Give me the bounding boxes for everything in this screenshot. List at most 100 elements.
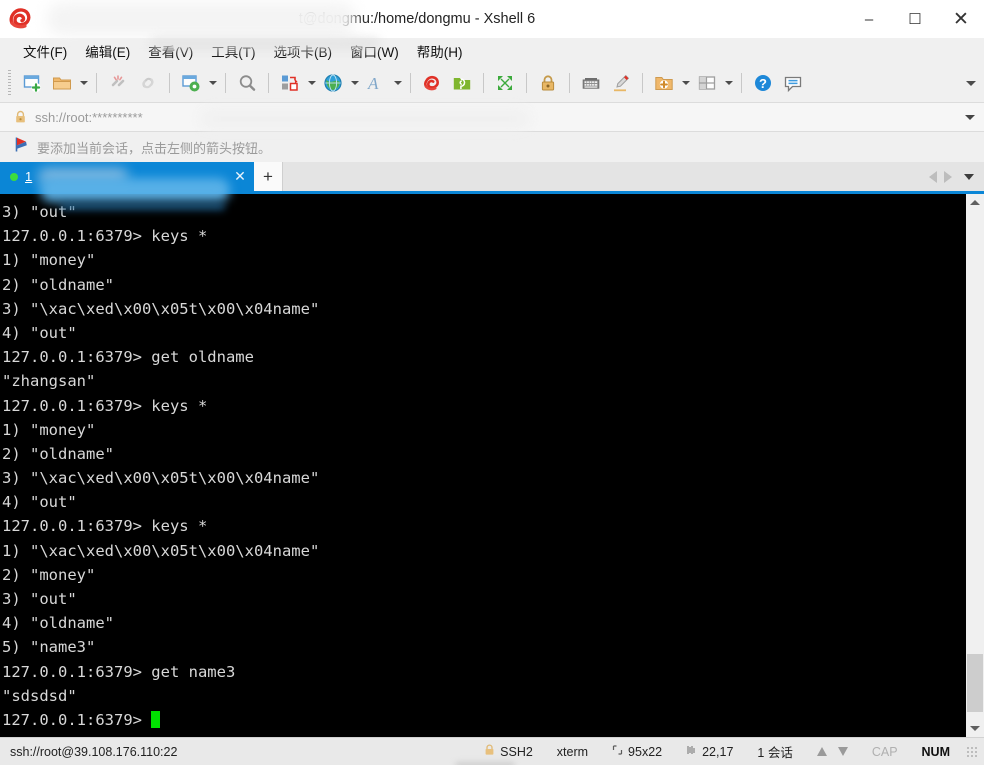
terminal-scrollbar[interactable] bbox=[965, 194, 984, 737]
new-tab-button[interactable]: + bbox=[254, 162, 283, 191]
lock-icon bbox=[484, 744, 495, 759]
status-caps-lock: CAP bbox=[871, 744, 898, 759]
menu-edit[interactable]: 编辑(E) bbox=[76, 39, 139, 63]
close-icon[interactable]: ✕ bbox=[232, 168, 248, 185]
terminal-line: 5) "name3" bbox=[2, 638, 96, 657]
terminal-output[interactable]: 3) "out" 127.0.0.1:6379> keys * 1) "money"… bbox=[0, 194, 965, 737]
file-transfer-icon[interactable] bbox=[275, 68, 305, 98]
session-properties-dropdown-icon[interactable] bbox=[206, 68, 219, 98]
toolbar-separator bbox=[642, 73, 643, 93]
reconnect-icon[interactable] bbox=[133, 68, 163, 98]
address-input[interactable]: ssh://root:********** bbox=[35, 110, 962, 125]
disconnect-icon[interactable] bbox=[103, 68, 133, 98]
help-icon[interactable]: ? bbox=[748, 68, 778, 98]
window-title: t@dongmu:/home/dongmu - Xshell 6 bbox=[298, 11, 536, 27]
search-icon[interactable] bbox=[232, 68, 262, 98]
file-transfer-dropdown-icon[interactable] bbox=[305, 68, 318, 98]
globe-icon[interactable] bbox=[318, 68, 348, 98]
terminal-line: 1) "money" bbox=[2, 251, 96, 270]
terminal-line: "zhangsan" bbox=[2, 372, 96, 391]
terminal-area: 3) "out" 127.0.0.1:6379> keys * 1) "money"… bbox=[0, 194, 984, 737]
terminal-line: 127.0.0.1:6379> get name3 bbox=[2, 662, 236, 681]
status-security-label: SSH2 bbox=[500, 744, 533, 759]
globe-dropdown-icon[interactable] bbox=[348, 68, 361, 98]
terminal-line: 3) "\xac\xed\x00\x05t\x00\x04name" bbox=[2, 299, 320, 318]
status-bar: ssh://root@39.108.176.110:22 SSH2 xterm bbox=[0, 737, 984, 765]
toolbar-overflow-button[interactable] bbox=[966, 64, 976, 102]
chat-icon[interactable] bbox=[778, 68, 808, 98]
status-cursor-label: 22,17 bbox=[702, 744, 734, 759]
chevron-down-icon[interactable] bbox=[964, 173, 974, 180]
toolbar-separator bbox=[410, 73, 411, 93]
size-icon bbox=[612, 744, 623, 759]
new-folder-icon[interactable] bbox=[649, 68, 679, 98]
status-size-label: 95x22 bbox=[628, 744, 663, 759]
triangle-left-icon[interactable] bbox=[929, 170, 937, 183]
resize-grip-icon[interactable] bbox=[966, 745, 978, 758]
toolbar-separator bbox=[268, 73, 269, 93]
maximize-button[interactable]: ☐ bbox=[892, 0, 938, 38]
xftp-icon[interactable] bbox=[447, 68, 477, 98]
font-dropdown-icon[interactable] bbox=[391, 68, 404, 98]
highlight-pen-icon[interactable] bbox=[606, 68, 636, 98]
terminal-line: "sdsdsd" bbox=[2, 686, 77, 705]
terminal-line: 2) "money" bbox=[2, 565, 96, 584]
scrollbar-track[interactable] bbox=[966, 211, 984, 720]
status-cursor: 22,17 bbox=[674, 744, 745, 759]
tab-session-1[interactable]: 1 ✕ bbox=[0, 162, 254, 191]
layout-dropdown-icon[interactable] bbox=[722, 68, 735, 98]
scrollbar-thumb[interactable] bbox=[967, 654, 983, 712]
menu-help[interactable]: 帮助(H) bbox=[408, 39, 472, 63]
close-button[interactable]: ✕ bbox=[938, 0, 984, 38]
status-connection: ssh://root@39.108.176.110:22 bbox=[10, 744, 178, 759]
layout-icon[interactable] bbox=[692, 68, 722, 98]
arrow-up-icon bbox=[816, 747, 827, 756]
toolbar-separator bbox=[741, 73, 742, 93]
tab-label: 1 bbox=[25, 169, 33, 184]
menu-view[interactable]: 查看(V) bbox=[139, 39, 202, 63]
terminal-line: 3) "\xac\xed\x00\x05t\x00\x04name" bbox=[2, 469, 320, 488]
terminal-cursor bbox=[151, 710, 161, 728]
toolbar-separator bbox=[483, 73, 484, 93]
menu-tabs[interactable]: 选项卡(B) bbox=[265, 39, 342, 63]
new-folder-dropdown-icon[interactable] bbox=[679, 68, 692, 98]
toolbar-grip[interactable] bbox=[8, 70, 11, 96]
toolbar-separator bbox=[225, 73, 226, 93]
xshell-icon[interactable] bbox=[417, 68, 447, 98]
menu-tools[interactable]: 工具(T) bbox=[202, 39, 264, 63]
toolbar: A ? bbox=[0, 64, 984, 102]
open-folder-dropdown-icon[interactable] bbox=[77, 68, 90, 98]
fullscreen-icon[interactable] bbox=[490, 68, 520, 98]
new-session-icon[interactable] bbox=[17, 68, 47, 98]
terminal-line: 127.0.0.1:6379> keys * bbox=[2, 396, 208, 415]
font-icon[interactable]: A bbox=[361, 68, 391, 98]
notice-text: 要添加当前会话，点击左侧的箭头按钮。 bbox=[37, 140, 272, 156]
triangle-right-icon[interactable] bbox=[944, 170, 952, 183]
menu-file[interactable]: 文件(F) bbox=[14, 39, 76, 63]
session-properties-icon[interactable] bbox=[176, 68, 206, 98]
tab-nav-controls bbox=[929, 162, 980, 191]
address-bar[interactable]: ssh://root:********** bbox=[0, 102, 984, 132]
terminal-line: 3) "out" bbox=[2, 590, 77, 608]
terminal-line: 127.0.0.1:6379> keys * bbox=[2, 517, 208, 536]
toolbar-separator bbox=[526, 73, 527, 93]
xshell-window: t@dongmu:/home/dongmu - Xshell 6 – ☐ ✕ 文… bbox=[0, 0, 984, 765]
menu-window[interactable]: 窗口(W) bbox=[341, 39, 408, 63]
terminal-line: 4) "oldname" bbox=[2, 614, 114, 633]
lock-icon bbox=[14, 110, 27, 124]
menu-bar: 文件(F) 编辑(E) 查看(V) 工具(T) 选项卡(B) 窗口(W) 帮助(… bbox=[0, 38, 984, 64]
title-bar: t@dongmu:/home/dongmu - Xshell 6 – ☐ ✕ bbox=[0, 0, 984, 38]
lock-icon[interactable] bbox=[533, 68, 563, 98]
arrow-down-icon bbox=[837, 747, 848, 756]
chevron-down-icon[interactable] bbox=[962, 114, 978, 120]
flag-icon bbox=[14, 136, 29, 158]
scroll-down-arrow-icon[interactable] bbox=[966, 720, 984, 737]
open-folder-icon[interactable] bbox=[47, 68, 77, 98]
scroll-up-arrow-icon[interactable] bbox=[966, 194, 984, 211]
toolbar-separator bbox=[169, 73, 170, 93]
svg-text:?: ? bbox=[759, 76, 767, 91]
minimize-button[interactable]: – bbox=[846, 0, 892, 38]
cursor-icon bbox=[686, 744, 697, 759]
tab-bar: 1 ✕ + bbox=[0, 162, 984, 194]
keyboard-icon[interactable] bbox=[576, 68, 606, 98]
